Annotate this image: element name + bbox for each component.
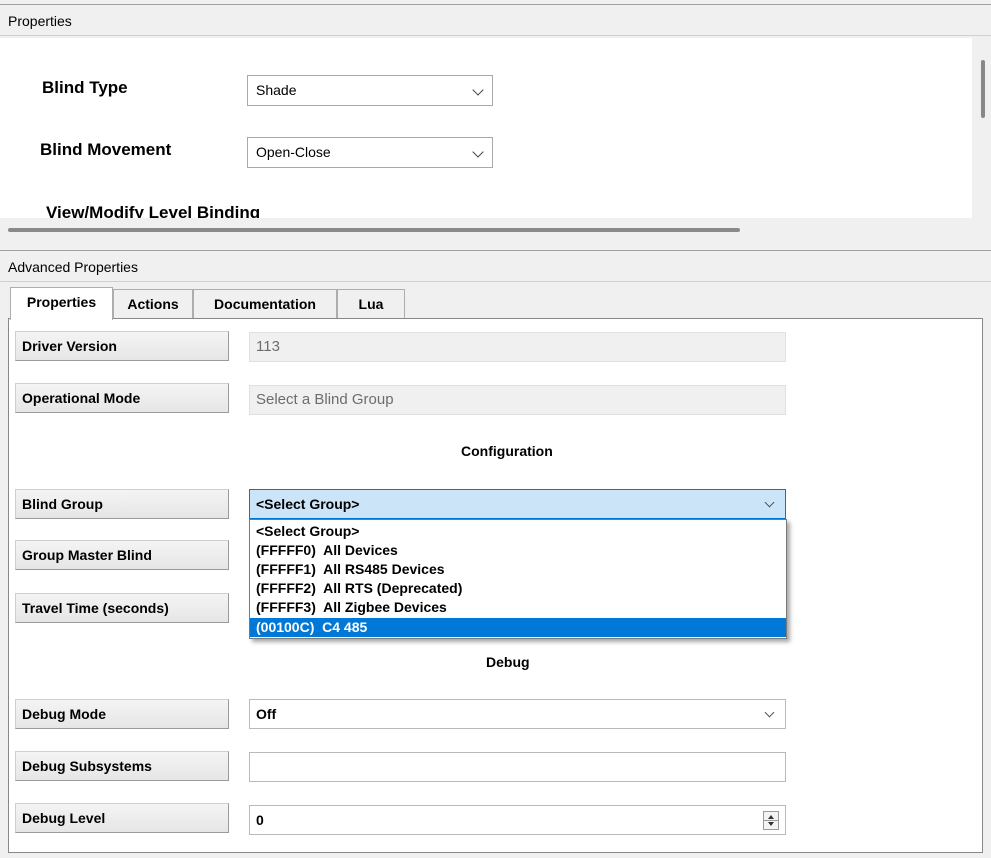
spinner-arrows-icon[interactable]: [763, 811, 779, 830]
blind-type-value: Shade: [256, 82, 297, 98]
blind-group-dropdown-list: <Select Group> (FFFFF0) All Devices (FFF…: [249, 519, 787, 639]
debug-mode-label: Debug Mode: [15, 699, 229, 729]
chevron-down-icon: [764, 707, 775, 718]
blind-type-select[interactable]: Shade: [247, 75, 493, 106]
dropdown-option[interactable]: (FFFFF3) All Zigbee Devices: [250, 598, 786, 617]
vertical-scrollbar-thumb[interactable]: [981, 60, 985, 118]
blind-movement-select[interactable]: Open-Close: [247, 137, 493, 168]
debug-mode-select[interactable]: Off: [249, 699, 786, 729]
blind-type-label: Blind Type: [42, 78, 128, 97]
arrow-down-icon[interactable]: [768, 822, 774, 826]
blind-group-label: Blind Group: [15, 489, 229, 519]
chevron-down-icon: [472, 146, 484, 158]
operational-mode-field: Select a Blind Group: [249, 385, 786, 415]
properties-panel-title: Properties: [8, 13, 72, 29]
dropdown-option[interactable]: (FFFFF0) All Devices: [250, 541, 786, 560]
driver-version-field: 113: [249, 332, 786, 362]
horizontal-scrollbar-thumb[interactable]: [8, 228, 740, 232]
debug-mode-value: Off: [256, 706, 277, 722]
group-master-blind-label: Group Master Blind: [15, 540, 229, 570]
blind-group-select[interactable]: <Select Group>: [249, 489, 786, 519]
chevron-down-icon: [764, 497, 775, 508]
blind-movement-value: Open-Close: [256, 144, 331, 160]
debug-subsystems-input[interactable]: [249, 752, 786, 782]
chevron-down-icon: [472, 84, 484, 96]
properties-panel-header: Properties: [0, 4, 991, 36]
debug-level-value: 0: [256, 812, 264, 828]
tab-documentation[interactable]: Documentation: [193, 289, 337, 318]
arrow-up-icon[interactable]: [768, 815, 774, 819]
advanced-panel-title: Advanced Properties: [8, 259, 138, 275]
level-binding-label[interactable]: View/Modify Level Binding: [46, 203, 260, 218]
dropdown-option[interactable]: (FFFFF2) All RTS (Deprecated): [250, 579, 786, 598]
configuration-section-title: Configuration: [461, 443, 553, 459]
blind-movement-label: Blind Movement: [40, 140, 172, 159]
driver-version-label: Driver Version: [15, 331, 229, 361]
blind-group-value: <Select Group>: [256, 496, 360, 512]
travel-time-label: Travel Time (seconds): [15, 593, 229, 623]
dropdown-option-selected[interactable]: (00100C) C4 485: [250, 618, 786, 637]
tab-properties[interactable]: Properties: [10, 287, 113, 320]
debug-level-stepper[interactable]: 0: [249, 805, 786, 835]
dropdown-option[interactable]: (FFFFF1) All RS485 Devices: [250, 560, 786, 579]
tab-actions[interactable]: Actions: [113, 289, 193, 318]
advanced-panel-header: Advanced Properties: [0, 250, 991, 282]
debug-level-label: Debug Level: [15, 803, 229, 833]
operational-mode-label: Operational Mode: [15, 383, 229, 413]
dropdown-option[interactable]: <Select Group>: [250, 522, 786, 541]
debug-section-title: Debug: [486, 654, 530, 670]
properties-content: Blind Type Shade Blind Movement Open-Clo…: [0, 38, 972, 218]
tab-lua[interactable]: Lua: [337, 289, 405, 318]
debug-subsystems-label: Debug Subsystems: [15, 751, 229, 781]
